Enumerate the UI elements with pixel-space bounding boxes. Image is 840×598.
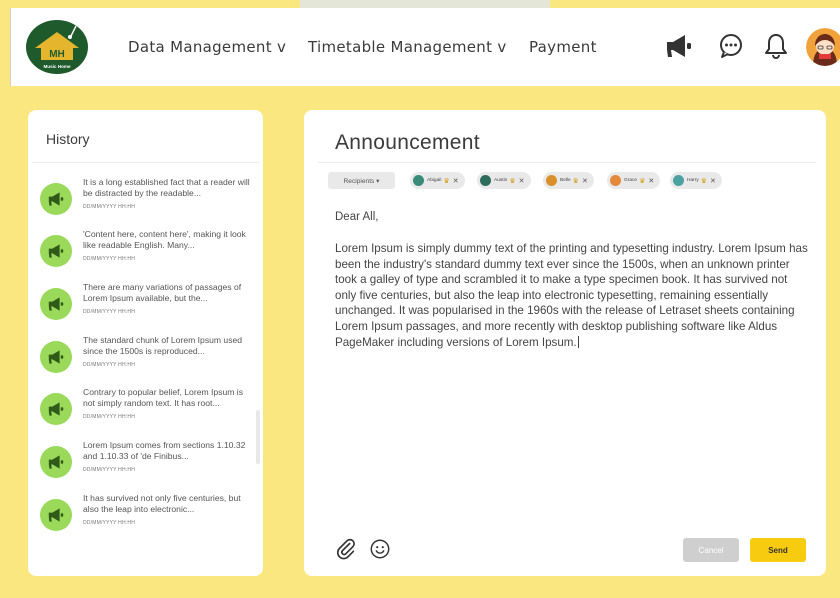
history-item-date: DD/MM/YYYY HH:HH	[83, 414, 136, 420]
logo-subtitle: Music Home	[43, 64, 71, 69]
history-item[interactable]: Contrary to popular belief, Lorem Ipsum …	[28, 384, 263, 436]
remove-recipient-icon[interactable]: ✕	[648, 177, 654, 185]
crown-icon: ♛	[443, 177, 450, 185]
history-item-text: Lorem Ipsum comes from sections 1.10.32 …	[83, 440, 246, 462]
history-item[interactable]: Lorem Ipsum comes from sections 1.10.32 …	[28, 437, 263, 489]
history-item[interactable]: 'Content here, content here', making it …	[28, 226, 263, 278]
history-scrollbar[interactable]	[256, 410, 260, 464]
recipient-name: Grace	[624, 178, 638, 183]
remove-recipient-icon[interactable]: ✕	[582, 177, 588, 185]
history-title: History	[46, 131, 90, 147]
recipient-chip-austin[interactable]: Austin ♛ ✕	[477, 172, 531, 189]
megaphone-icon	[40, 446, 72, 478]
megaphone-icon	[40, 235, 72, 267]
history-item-date: DD/MM/YYYY HH:HH	[83, 362, 136, 368]
history-item[interactable]: It has survived not only five centuries,…	[28, 490, 263, 542]
remove-recipient-icon[interactable]: ✕	[453, 177, 459, 185]
history-panel: History It is a long established fact th…	[28, 110, 263, 576]
remove-recipient-icon[interactable]: ✕	[710, 177, 716, 185]
text-caret	[577, 335, 579, 348]
announcement-title: Announcement	[335, 131, 480, 154]
history-divider	[32, 162, 259, 163]
recipient-avatar	[673, 175, 684, 186]
recipient-chip-harry[interactable]: Harry ♛ ✕	[670, 172, 722, 189]
megaphone-icon	[40, 393, 72, 425]
cancel-button[interactable]: Cancel	[683, 538, 739, 562]
nav-data-management[interactable]: Data Management v	[128, 38, 286, 56]
user-avatar[interactable]	[806, 28, 840, 66]
message-body-text: Lorem Ipsum is simply dummy text of the …	[335, 242, 808, 349]
logo-initials: MH	[49, 49, 65, 60]
announcement-divider	[318, 162, 816, 163]
nav-timetable-management[interactable]: Timetable Management v	[308, 38, 507, 56]
recipient-avatar	[610, 175, 621, 186]
recipient-name: Abigail	[427, 178, 442, 183]
history-item[interactable]: The standard chunk of Lorem Ipsum used s…	[28, 332, 263, 384]
message-body[interactable]: Lorem Ipsum is simply dummy text of the …	[335, 241, 811, 350]
megaphone-icon	[40, 499, 72, 531]
recipient-chip-grace[interactable]: Grace ♛ ✕	[607, 172, 661, 189]
recipient-avatar	[413, 175, 424, 186]
history-item-date: DD/MM/YYYY HH:HH	[83, 520, 136, 526]
crown-icon: ♛	[639, 177, 646, 185]
history-item-date: DD/MM/YYYY HH:HH	[83, 256, 136, 262]
crown-icon: ♛	[700, 177, 708, 185]
recipient-avatar	[546, 175, 557, 186]
megaphone-icon	[40, 183, 72, 215]
remove-recipient-icon[interactable]: ✕	[519, 177, 525, 185]
history-item[interactable]: There are many variations of passages of…	[28, 279, 263, 331]
history-item-text: Contrary to popular belief, Lorem Ipsum …	[83, 387, 244, 409]
announcement-panel: Announcement Recipients ▾ Abigail ♛ ✕ Au…	[304, 110, 826, 576]
send-button[interactable]: Send	[750, 538, 806, 562]
history-item-date: DD/MM/YYYY HH:HH	[83, 309, 136, 315]
attachment-icon[interactable]	[334, 537, 358, 561]
recipient-chip-belle[interactable]: Belle ♛ ✕	[543, 172, 594, 189]
emoji-icon[interactable]	[368, 537, 392, 561]
recipient-name: Belle	[560, 178, 571, 183]
nav-payment[interactable]: Payment	[529, 38, 597, 56]
recipients-dropdown[interactable]: Recipients ▾	[328, 172, 395, 189]
chat-icon[interactable]	[713, 28, 749, 64]
recipient-avatar	[480, 175, 491, 186]
megaphone-icon	[40, 341, 72, 373]
crown-icon: ♛	[509, 177, 516, 185]
history-item-date: DD/MM/YYYY HH:HH	[83, 204, 136, 210]
history-item-text: There are many variations of passages of…	[83, 282, 242, 304]
top-header: MH Music Home Data Management v Timetabl…	[10, 8, 840, 86]
history-item-text: It has survived not only five centuries,…	[83, 493, 241, 515]
history-item-text: 'Content here, content here', making it …	[83, 229, 246, 251]
history-item-text: The standard chunk of Lorem Ipsum used s…	[83, 335, 243, 357]
music-home-logo[interactable]: MH Music Home	[25, 18, 89, 76]
crown-icon: ♛	[572, 177, 579, 185]
history-item-text: It is a long established fact that a rea…	[83, 177, 250, 199]
megaphone-icon[interactable]	[661, 28, 697, 64]
history-item[interactable]: It is a long established fact that a rea…	[28, 174, 263, 226]
recipient-chip-abigail[interactable]: Abigail ♛ ✕	[410, 172, 465, 189]
history-item-date: DD/MM/YYYY HH:HH	[83, 467, 136, 473]
megaphone-icon	[40, 288, 72, 320]
recipient-name: Harry	[687, 178, 699, 183]
message-greeting[interactable]: Dear All,	[335, 211, 378, 223]
bell-icon[interactable]	[758, 28, 794, 64]
recipient-name: Austin	[494, 178, 508, 183]
